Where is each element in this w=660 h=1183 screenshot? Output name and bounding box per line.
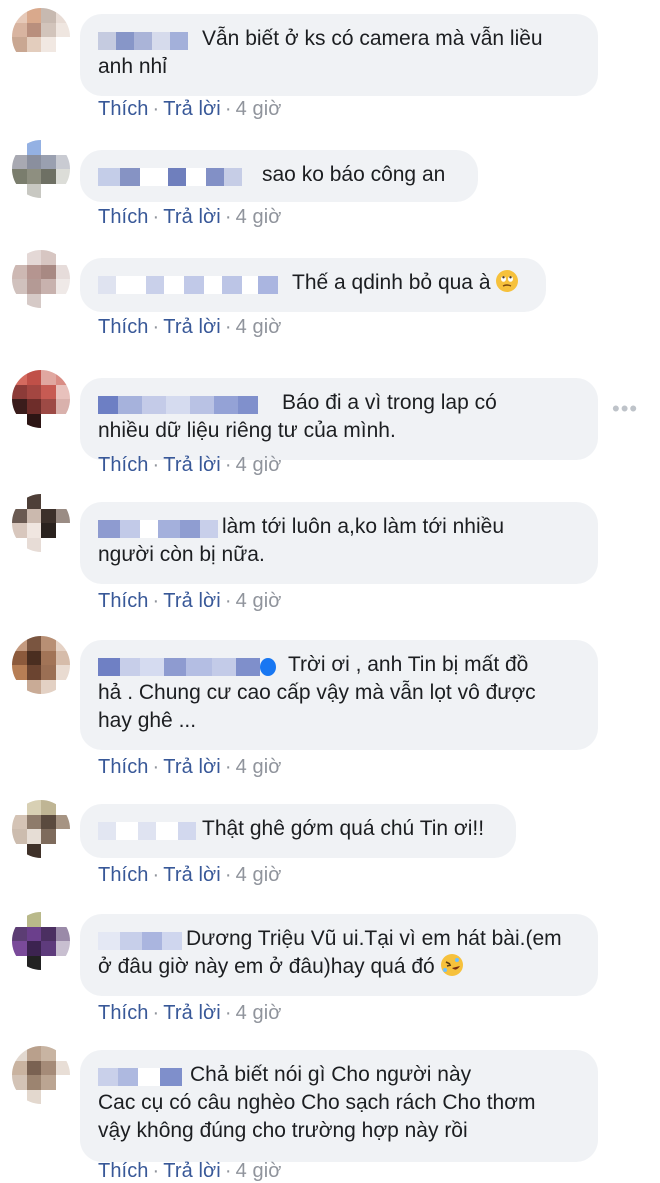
comment-text: Chả biết nói gì Cho người này (190, 1063, 472, 1086)
comment-text: sao ko báo công an (262, 163, 446, 186)
like-link[interactable]: Thích (98, 316, 149, 338)
avatar[interactable] (12, 1046, 70, 1104)
comment-bubble: Dương Triệu Vũ ui.Tại vì em hát bài.(em … (80, 914, 598, 996)
comment-time[interactable]: 4 giờ (236, 206, 282, 228)
comment-text: Trời ơi , anh Tin bị mất đồ (288, 653, 529, 676)
comment-time[interactable]: 4 giờ (236, 454, 282, 476)
comment-time[interactable]: 4 giờ (236, 316, 282, 338)
comment-text-line2: Cac cụ có câu nghèo Cho sạch rách Cho th… (98, 1091, 536, 1114)
commenter-name-blurred[interactable] (98, 518, 218, 539)
avatar[interactable] (12, 370, 70, 428)
reply-link[interactable]: Trả lời (163, 98, 221, 120)
rolling-laughing-emoji-icon (440, 954, 463, 976)
commenter-name-blurred[interactable] (98, 30, 198, 51)
comment-bubble: sao ko báo công an (80, 150, 478, 202)
like-link[interactable]: Thích (98, 756, 149, 778)
reply-link[interactable]: Trả lời (163, 1160, 221, 1182)
comment-actions: Thích · Trả lời · 4 giờ (98, 864, 282, 886)
comment-bubble: Chả biết nói gì Cho người này Cac cụ có … (80, 1050, 598, 1162)
reply-link[interactable]: Trả lời (163, 864, 221, 886)
reply-link[interactable]: Trả lời (163, 1002, 221, 1024)
comment-actions: Thích · Trả lời · 4 giờ (98, 1160, 282, 1182)
avatar[interactable] (12, 8, 70, 66)
comment-text: Vẫn biết ở ks có camera mà vẫn liều (202, 27, 543, 50)
comment-text-line2: anh nhỉ (98, 55, 167, 78)
comment-actions: Thích · Trả lời · 4 giờ (98, 316, 282, 338)
avatar[interactable] (12, 800, 70, 858)
comment-bubble: Thật ghê gớm quá chú Tin ơi!! (80, 804, 516, 858)
avatar[interactable] (12, 912, 70, 970)
reply-link[interactable]: Trả lời (163, 454, 221, 476)
comment-time[interactable]: 4 giờ (236, 756, 282, 778)
commenter-name-blurred[interactable] (98, 274, 288, 295)
comment-text-line3: hay ghê ... (98, 709, 197, 732)
comment-bubble: Thế a qdinh bỏ qua à (80, 258, 546, 312)
comment-bubble: Trời ơi , anh Tin bị mất đồ hả . Chung c… (80, 640, 598, 750)
comment-actions: Thích · Trả lời · 4 giờ (98, 590, 282, 612)
comment-actions: Thích · Trả lời · 4 giờ (98, 1002, 282, 1024)
comment-actions: Thích · Trả lời · 4 giờ (98, 206, 282, 228)
like-link[interactable]: Thích (98, 590, 149, 612)
commenter-name-blurred[interactable] (98, 166, 258, 187)
comment-text: Thế a qdinh bỏ qua à (292, 271, 491, 294)
comment-text: Thật ghê gớm quá chú Tin ơi!! (202, 817, 485, 840)
comment-text-line2: người còn bị nữa. (98, 543, 265, 566)
reply-link[interactable]: Trả lời (163, 206, 221, 228)
avatar[interactable] (12, 140, 70, 198)
comment-time[interactable]: 4 giờ (236, 1160, 282, 1182)
avatar[interactable] (12, 636, 70, 694)
comment-time[interactable]: 4 giờ (236, 1002, 282, 1024)
comment-text: Dương Triệu Vũ ui.Tại vì em hát bài.(em (186, 927, 562, 950)
rolling-eyes-emoji-icon (496, 270, 519, 292)
comment-text-line2: hả . Chung cư cao cấp vậy mà vẫn lọt vô … (98, 681, 536, 704)
comment-text: Báo đi a vì trong lap có (282, 391, 497, 414)
commenter-name-blurred[interactable] (98, 930, 182, 951)
comment-text-line2: nhiều dữ liệu riêng tư của mình. (98, 419, 396, 442)
comment-text: làm tới luôn a,ko làm tới nhiều (222, 515, 505, 538)
commenter-name-blurred[interactable] (98, 656, 284, 677)
reply-link[interactable]: Trả lời (163, 316, 221, 338)
reply-link[interactable]: Trả lời (163, 590, 221, 612)
like-link[interactable]: Thích (98, 98, 149, 120)
like-link[interactable]: Thích (98, 864, 149, 886)
comment-text-line3: vậy không đúng cho trường hợp này rồi (98, 1119, 468, 1142)
like-link[interactable]: Thích (98, 1002, 149, 1024)
comment-time[interactable]: 4 giờ (236, 590, 282, 612)
reply-link[interactable]: Trả lời (163, 756, 221, 778)
comment-time[interactable]: 4 giờ (236, 98, 282, 120)
comment-text-line2: ở đâu giờ này em ở đâu)hay quá đó (98, 955, 435, 978)
more-options-icon[interactable]: ••• (612, 396, 638, 422)
avatar[interactable] (12, 494, 70, 552)
commenter-name-blurred[interactable] (98, 820, 198, 841)
commenter-name-blurred[interactable] (98, 1066, 186, 1087)
comment-bubble: Vẫn biết ở ks có camera mà vẫn liều anh … (80, 14, 598, 96)
comment-bubble: làm tới luôn a,ko làm tới nhiều người cò… (80, 502, 598, 584)
like-link[interactable]: Thích (98, 206, 149, 228)
comment-actions: Thích · Trả lời · 4 giờ (98, 756, 282, 778)
comment-time[interactable]: 4 giờ (236, 864, 282, 886)
comment-bubble: Báo đi a vì trong lap có nhiều dữ liệu r… (80, 378, 598, 460)
commenter-name-blurred[interactable] (98, 394, 278, 415)
comment-actions: Thích · Trả lời · 4 giờ (98, 454, 282, 476)
like-link[interactable]: Thích (98, 454, 149, 476)
avatar[interactable] (12, 250, 70, 308)
like-link[interactable]: Thích (98, 1160, 149, 1182)
comment-actions: Thích · Trả lời · 4 giờ (98, 98, 282, 120)
